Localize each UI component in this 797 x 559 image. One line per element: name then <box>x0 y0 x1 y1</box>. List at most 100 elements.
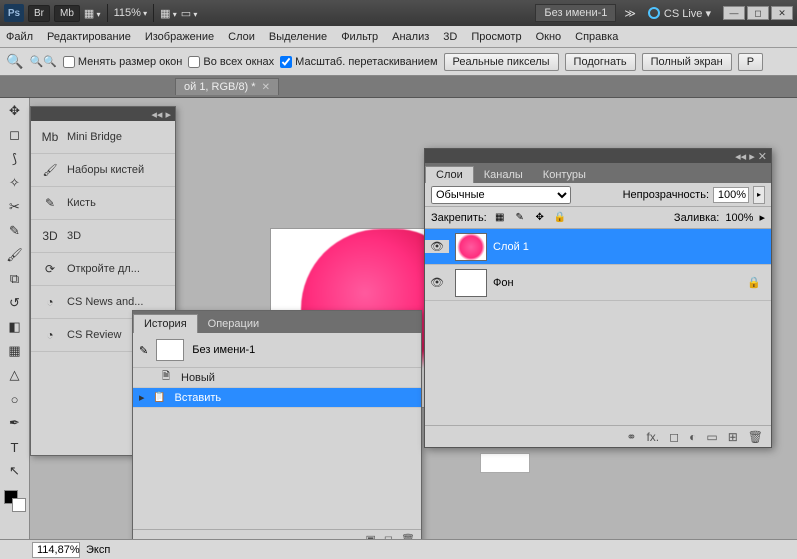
menu-layers[interactable]: Слои <box>228 31 255 43</box>
ext-open[interactable]: ⟳Откройте дл... <box>31 253 175 286</box>
fit-screen-button[interactable]: Подогнать <box>565 53 636 71</box>
brush-presets-icon: 🖌 <box>41 162 59 178</box>
close-icon[interactable]: ✕ <box>262 82 270 93</box>
cs-icon: ◔ <box>41 327 59 343</box>
ext-label: CS Review <box>67 329 121 341</box>
visibility-icon[interactable]: 👁 <box>425 240 449 253</box>
ext-brush[interactable]: ✎ Кисть <box>31 187 175 220</box>
menu-filter[interactable]: Фильтр <box>341 31 378 43</box>
menu-view[interactable]: Просмотр <box>471 31 521 43</box>
lock-pixels-icon[interactable]: ✎ <box>513 211 527 225</box>
document-tab[interactable]: ой 1, RGB/8) * ✕ <box>175 78 279 95</box>
fill-slider-icon[interactable]: ▸ <box>759 211 765 224</box>
maximize-button[interactable]: ◻ <box>747 6 769 20</box>
status-doc-info[interactable]: Эксп <box>86 544 110 556</box>
crop-tool[interactable]: ✂ <box>4 198 26 216</box>
wand-tool[interactable]: ✧ <box>4 174 26 192</box>
opacity-label: Непрозрачность: <box>623 189 709 201</box>
history-brush-tool[interactable]: ↺ <box>4 294 26 312</box>
fill-value[interactable]: 100% <box>725 212 753 224</box>
tab-layers[interactable]: Слои <box>425 166 474 183</box>
ext-label: Наборы кистей <box>67 164 144 176</box>
cslive-button[interactable]: CS Live ▾ <box>664 7 711 20</box>
ext-3d[interactable]: 3D3D <box>31 220 175 253</box>
move-tool[interactable]: ✥ <box>4 102 26 120</box>
menu-select[interactable]: Выделение <box>269 31 327 43</box>
zoom-presets-icon[interactable]: 🔍🔍 <box>29 55 56 68</box>
menu-help[interactable]: Справка <box>575 31 618 43</box>
close-button[interactable]: ✕ <box>771 6 793 20</box>
tab-channels[interactable]: Каналы <box>474 167 533 183</box>
trash-icon[interactable]: 🗑 <box>748 430 763 444</box>
history-step[interactable]: 🗎 Новый <box>133 368 421 388</box>
menu-image[interactable]: Изображение <box>145 31 214 43</box>
scrubby-zoom-checkbox[interactable] <box>280 56 292 68</box>
all-windows-checkbox[interactable] <box>188 56 200 68</box>
arrange-icon[interactable]: ▦ <box>160 7 177 20</box>
layer-thumb <box>455 269 487 297</box>
tab-history[interactable]: История <box>133 314 198 333</box>
eyedropper-tool[interactable]: ✎ <box>4 222 26 240</box>
resize-windows-checkbox[interactable] <box>63 56 75 68</box>
overflow-arrows[interactable]: ≫ <box>624 7 636 20</box>
menu-file[interactable]: Файл <box>6 31 33 43</box>
tab-actions[interactable]: Операции <box>198 315 269 333</box>
mb-icon: Mb <box>41 129 59 145</box>
zoom-level[interactable]: 115% <box>114 7 148 19</box>
panel-collapse-icon[interactable]: ◂◂ ▸ ✕ <box>735 150 767 163</box>
tab-paths[interactable]: Контуры <box>533 167 596 183</box>
history-snapshot[interactable]: ✎ Без имени-1 <box>133 333 421 368</box>
eraser-tool[interactable]: ◧ <box>4 318 26 336</box>
brush-icon: ✎ <box>41 195 59 211</box>
dodge-tool[interactable]: ○ <box>4 390 26 408</box>
status-zoom[interactable]: 114,87% <box>32 542 80 558</box>
history-step[interactable]: ▸ 📋 Вставить <box>133 388 421 408</box>
panel-collapse-icon[interactable]: ◂◂ ▸ <box>151 108 171 121</box>
menu-window[interactable]: Окно <box>536 31 562 43</box>
link-layers-icon[interactable]: ⚭ <box>626 430 636 444</box>
lock-all-icon[interactable]: 🔒 <box>553 211 567 225</box>
screenmode-icon[interactable]: ▭ <box>181 7 198 20</box>
film-icon[interactable]: ▦ <box>84 7 101 20</box>
ext-label: Кисть <box>67 197 96 209</box>
visibility-icon[interactable]: 👁 <box>425 276 449 289</box>
zoom-tool-icon[interactable]: 🔍 <box>6 53 23 70</box>
ext-brush-presets[interactable]: 🖌 Наборы кистей <box>31 154 175 187</box>
mb-chip[interactable]: Mb <box>54 5 80 22</box>
lasso-tool[interactable]: ⟆ <box>4 150 26 168</box>
print-size-button[interactable]: Р <box>738 53 763 71</box>
gradient-tool[interactable]: ▦ <box>4 342 26 360</box>
layer-row[interactable]: 👁 Слой 1 <box>425 229 771 265</box>
adjustment-layer-icon[interactable]: ◐ <box>689 430 696 444</box>
blur-tool[interactable]: △ <box>4 366 26 384</box>
blend-mode-select[interactable]: Обычные <box>431 186 571 204</box>
color-swatches[interactable] <box>4 490 26 512</box>
layer-name: Фон <box>493 277 514 289</box>
marquee-tool[interactable]: ◻ <box>4 126 26 144</box>
layer-row[interactable]: 👁 Фон 🔒 <box>425 265 771 301</box>
path-tool[interactable]: ↖ <box>4 462 26 480</box>
opacity-slider-icon[interactable]: ▸ <box>753 186 765 204</box>
actual-pixels-button[interactable]: Реальные пикселы <box>444 53 559 71</box>
new-layer-icon[interactable]: ⊞ <box>728 430 738 444</box>
brush-tool[interactable]: 🖌 <box>4 246 26 264</box>
lock-icon: 🔒 <box>747 276 761 289</box>
lock-position-icon[interactable]: ✥ <box>533 211 547 225</box>
lock-transparent-icon[interactable]: ▦ <box>493 211 507 225</box>
layer-style-icon[interactable]: fx. <box>646 430 659 444</box>
document-tab-label: ой 1, RGB/8) * <box>184 81 256 93</box>
menu-3d[interactable]: 3D <box>443 31 457 43</box>
pen-tool[interactable]: ✒ <box>4 414 26 432</box>
menu-edit[interactable]: Редактирование <box>47 31 131 43</box>
minimize-button[interactable]: — <box>723 6 745 20</box>
menu-analysis[interactable]: Анализ <box>392 31 429 43</box>
group-icon[interactable]: ▭ <box>706 430 717 444</box>
fill-screen-button[interactable]: Полный экран <box>642 53 732 71</box>
layer-mask-icon[interactable]: ◻ <box>669 430 679 444</box>
opacity-value[interactable]: 100% <box>713 187 749 203</box>
ext-mini-bridge[interactable]: MbMini Bridge <box>31 121 175 154</box>
stamp-tool[interactable]: ⧉ <box>4 270 26 288</box>
type-tool[interactable]: T <box>4 438 26 456</box>
bridge-chip[interactable]: Br <box>28 5 50 22</box>
snapshot-label: Без имени-1 <box>192 344 255 356</box>
